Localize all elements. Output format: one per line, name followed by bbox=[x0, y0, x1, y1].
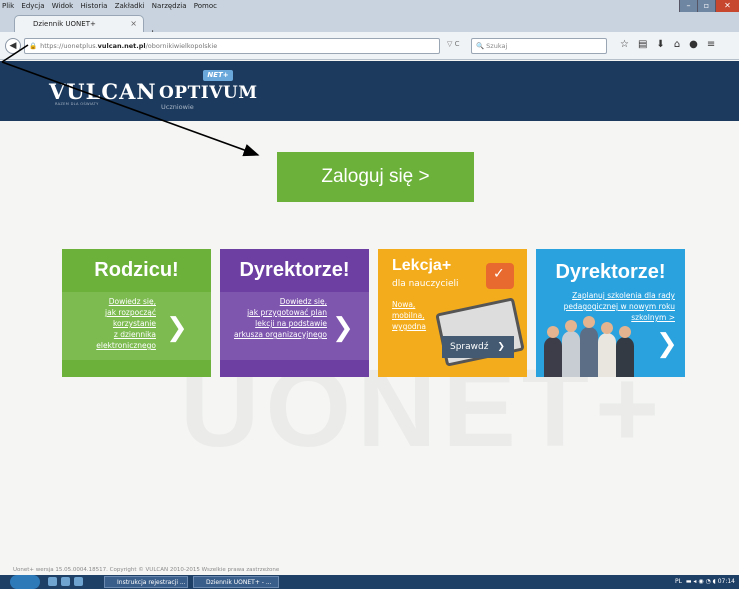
tray-icons: ▬ ◂ ◉ ◔ ◖ bbox=[683, 578, 716, 585]
quick-launch bbox=[48, 577, 83, 586]
language-indicator[interactable]: PL bbox=[675, 578, 682, 585]
ie-icon[interactable] bbox=[61, 577, 70, 586]
windows-taskbar: Instrukcja rejestracji ... Dziennik UONE… bbox=[0, 575, 739, 589]
page-footer: Uonet+ wersja 15.05.0004.18517. Copyrigh… bbox=[0, 566, 739, 575]
clock[interactable]: 07:14 bbox=[718, 578, 735, 585]
system-tray: PL ▬ ◂ ◉ ◔ ◖ 07:14 bbox=[675, 575, 735, 589]
annotation-arrow bbox=[1, 44, 260, 157]
start-button[interactable] bbox=[10, 575, 40, 589]
taskbar-item-dziennik[interactable]: Dziennik UONET+ - ... bbox=[193, 576, 279, 588]
desktop-icon[interactable] bbox=[48, 577, 57, 586]
taskbar-item-instrukcja[interactable]: Instrukcja rejestracji ... bbox=[104, 576, 188, 588]
explorer-icon[interactable] bbox=[74, 577, 83, 586]
